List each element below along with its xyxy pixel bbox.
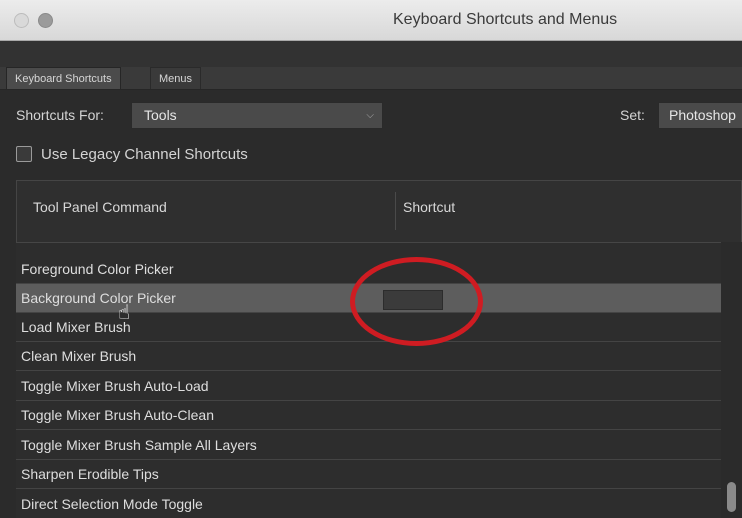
table-row[interactable]: Clean Mixer Brush <box>16 342 721 371</box>
chevron-down-icon: ⌵ <box>366 110 374 121</box>
command-label: Toggle Mixer Brush Sample All Layers <box>21 437 257 453</box>
shortcuts-for-value: Tools <box>144 107 177 123</box>
minimize-window-button[interactable] <box>38 13 53 28</box>
scrollbar-thumb[interactable] <box>727 482 736 512</box>
tab-keyboard-shortcuts[interactable]: Keyboard Shortcuts <box>6 67 121 89</box>
tab-menus[interactable]: Menus <box>150 67 202 89</box>
title-bar: Keyboard Shortcuts and Menus <box>0 0 742 41</box>
legacy-channel-label[interactable]: Use Legacy Channel Shortcuts <box>41 146 248 163</box>
table-row[interactable]: Toggle Mixer Brush Auto-Load <box>16 372 721 401</box>
highlight-circle-annotation <box>350 257 483 346</box>
column-header-shortcut[interactable]: Shortcut <box>403 199 455 215</box>
command-label: Background Color Picker <box>21 290 176 306</box>
set-select[interactable]: Photoshop <box>658 102 742 129</box>
command-label: Direct Selection Mode Toggle <box>21 496 203 512</box>
command-label: Clean Mixer Brush <box>21 348 137 364</box>
table-row[interactable]: Toggle Mixer Brush Auto-Clean <box>16 401 721 430</box>
set-value: Photoshop <box>669 107 736 123</box>
legacy-channel-checkbox[interactable] <box>16 146 32 162</box>
tab-bar: Keyboard Shortcuts Menus <box>0 67 742 90</box>
command-label: Sharpen Erodible Tips <box>21 466 159 482</box>
hand-cursor-icon: ☝ <box>118 302 131 324</box>
table-row[interactable]: Sharpen Erodible Tips <box>16 460 721 489</box>
command-label: Toggle Mixer Brush Auto-Load <box>21 378 209 394</box>
scrollbar-track[interactable] <box>722 242 742 517</box>
shortcuts-for-select[interactable]: Tools ⌵ <box>131 102 383 129</box>
command-label: Load Mixer Brush <box>21 319 131 335</box>
set-label: Set: <box>620 107 645 123</box>
close-window-button[interactable] <box>14 13 29 28</box>
column-divider[interactable] <box>395 192 396 230</box>
shortcuts-for-label: Shortcuts For: <box>16 107 104 123</box>
command-label: Toggle Mixer Brush Auto-Clean <box>21 407 214 423</box>
column-header-command[interactable]: Tool Panel Command <box>33 199 167 215</box>
table-row[interactable]: Toggle Mixer Brush Sample All Layers <box>16 431 721 460</box>
command-label: Foreground Color Picker <box>21 261 174 277</box>
table-row[interactable]: Direct Selection Mode Toggle <box>16 490 721 518</box>
toolbar-strip <box>0 41 742 67</box>
